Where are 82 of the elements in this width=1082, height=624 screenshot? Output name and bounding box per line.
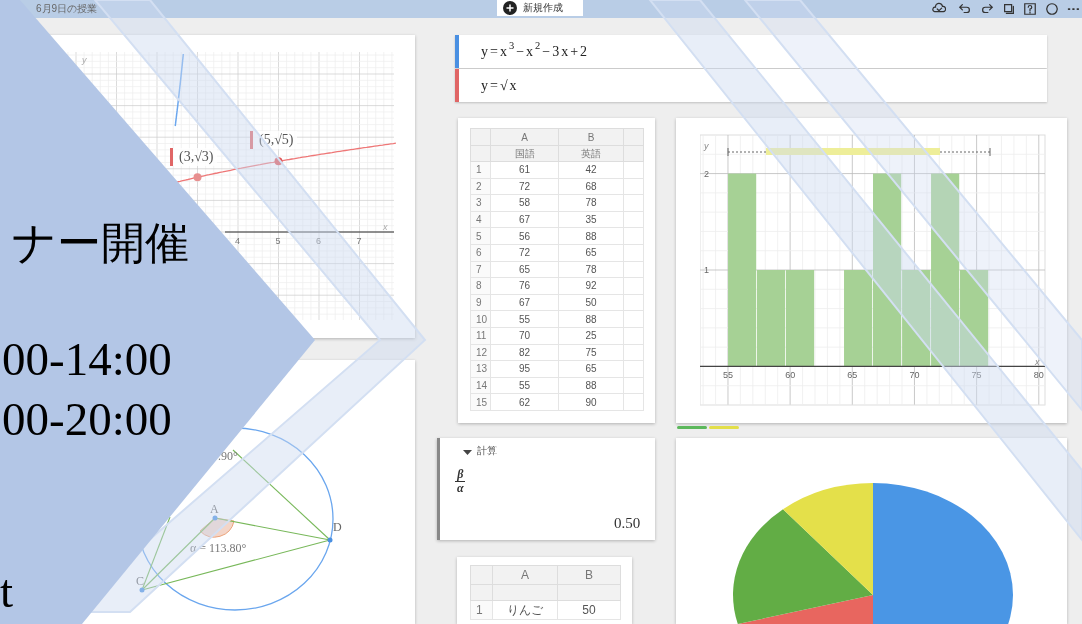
- table-cell: 88: [558, 310, 624, 328]
- point: [212, 515, 218, 521]
- axis-tick-label: 5: [275, 236, 281, 246]
- column-subheader: 国語: [490, 145, 559, 162]
- column-header: B: [558, 128, 624, 146]
- table-cell: 72: [490, 178, 559, 195]
- table-cell: 95: [490, 360, 559, 378]
- redo-icon: [980, 2, 994, 16]
- card-title: 計算: [477, 445, 497, 457]
- axis-tick-label: 65: [847, 370, 858, 380]
- table-cell: 67: [490, 211, 559, 228]
- caret-icon: [463, 450, 472, 455]
- axis-tick-label: 80: [1033, 370, 1044, 380]
- help-icon: [1023, 2, 1037, 16]
- point-label: D: [333, 520, 342, 534]
- axis-tick-label: 55: [722, 370, 733, 380]
- algebra-row[interactable]: y=√x: [455, 69, 1047, 102]
- banner-text: 00-20:00: [2, 396, 172, 443]
- table-cell: 65: [490, 261, 559, 278]
- table-cell: 82: [490, 344, 559, 361]
- copy-icon: [1002, 2, 1016, 16]
- point: [139, 587, 145, 593]
- table-cell: 78: [558, 194, 624, 212]
- column-header: A: [492, 565, 558, 585]
- column-header: A: [490, 128, 559, 146]
- table-cell: 56: [490, 227, 559, 245]
- point: [274, 157, 283, 166]
- axis-tick-label: 1: [704, 265, 709, 275]
- axis-tick-label: 2: [704, 168, 709, 179]
- axis-label: y: [704, 141, 709, 151]
- point: [193, 173, 202, 182]
- table-cell: 67: [490, 294, 559, 311]
- table-cell: 70: [490, 327, 559, 345]
- point: [327, 537, 333, 543]
- table-cell: 68: [558, 178, 624, 195]
- axis-tick-label: 4: [235, 236, 240, 246]
- undo-icon: [958, 2, 972, 16]
- table-cell: 55: [490, 310, 559, 328]
- table-cell: 58: [490, 194, 559, 212]
- table-cell: 65: [558, 360, 624, 378]
- table-cell: 42: [558, 161, 624, 179]
- point-label: (3,√3): [170, 148, 217, 166]
- banner-text: ナー開催: [12, 222, 189, 266]
- table-cell: 78: [558, 261, 624, 278]
- table-cell: 50: [558, 294, 624, 311]
- table-cell: 35: [558, 211, 624, 228]
- new-button[interactable]: 新規作成: [497, 0, 583, 16]
- table-cell: 25: [558, 327, 624, 345]
- table-cell: 92: [558, 277, 624, 295]
- plus-icon: [503, 1, 517, 15]
- result-value: 0.50: [614, 514, 641, 532]
- table-cell: 72: [490, 244, 559, 262]
- table-cell: 65: [558, 244, 624, 262]
- axis-label: x: [383, 222, 388, 232]
- table-cell: 88: [558, 377, 624, 394]
- chart-tab[interactable]: [709, 426, 739, 429]
- table-cell: 62: [490, 393, 559, 411]
- axis-tick-label: 75: [971, 370, 982, 380]
- point-label: C: [136, 574, 144, 588]
- table-cell: 88: [558, 227, 624, 245]
- banner-text: 00-14:00: [2, 336, 172, 383]
- axis-label: x: [1035, 357, 1040, 367]
- axis-tick-label: 7: [356, 236, 362, 246]
- table-cell: 90: [558, 393, 624, 411]
- angle-marker: [199, 517, 235, 538]
- angle-label: .90°: [218, 449, 238, 463]
- column-header: B: [557, 565, 621, 585]
- table-cell: 76: [490, 277, 559, 295]
- table-cell: 61: [490, 161, 559, 179]
- axis-tick-label: 70: [909, 370, 920, 380]
- fraction: β α: [455, 468, 466, 495]
- axis-tick-label: 60: [785, 370, 796, 380]
- chart-tab[interactable]: [677, 426, 707, 429]
- document-title: 6月9日の授業: [36, 2, 98, 15]
- table-cell: 75: [558, 344, 624, 361]
- point-label: A: [210, 502, 219, 516]
- column-subheader: 英語: [558, 145, 624, 162]
- table-cell: 55: [490, 377, 559, 394]
- axis-label: y: [82, 55, 87, 65]
- banner-text: t: [0, 568, 14, 615]
- algebra-row[interactable]: y=x$^{3}$−x$^{2}$−3x+2: [455, 35, 1047, 68]
- table-cell: りんご: [492, 600, 558, 620]
